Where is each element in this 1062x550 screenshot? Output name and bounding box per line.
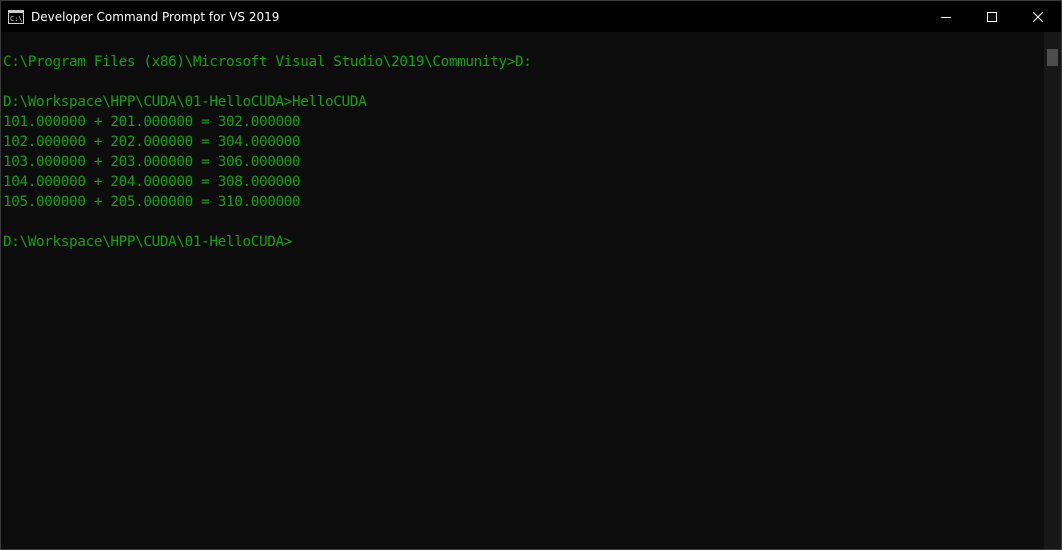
console-line: 101.000000 + 201.000000 = 302.000000 — [3, 114, 301, 130]
svg-text:C:\: C:\ — [10, 15, 23, 23]
console-window: C:\ Developer Command Prompt for VS 2019 — [0, 0, 1062, 550]
window-title: Developer Command Prompt for VS 2019 — [31, 9, 280, 24]
console-lines: C:\Program Files (x86)\Microsoft Visual … — [3, 52, 532, 252]
maximize-button[interactable] — [969, 1, 1015, 32]
console-line: 104.000000 + 204.000000 = 308.000000 — [3, 174, 301, 190]
minimize-icon — [941, 16, 951, 18]
minimize-button[interactable] — [923, 1, 969, 32]
console-line: D:\Workspace\HPP\CUDA\01-HelloCUDA>Hello… — [3, 94, 367, 110]
console-line: 103.000000 + 203.000000 = 306.000000 — [3, 154, 301, 170]
close-icon — [1033, 11, 1043, 22]
console-line: 102.000000 + 202.000000 = 304.000000 — [3, 134, 301, 150]
scrollbar-thumb[interactable] — [1047, 49, 1058, 66]
cmd-icon[interactable]: C:\ — [8, 9, 24, 24]
console-line: 105.000000 + 205.000000 = 310.000000 — [3, 194, 301, 210]
console-output[interactable]: C:\Program Files (x86)\Microsoft Visual … — [1, 32, 1044, 549]
chevron-up-icon — [1049, 38, 1056, 43]
window-controls — [923, 1, 1061, 32]
console-prompt: D:\Workspace\HPP\CUDA\01-HelloCUDA> — [3, 234, 293, 250]
scroll-up-button[interactable] — [1044, 32, 1061, 49]
close-button[interactable] — [1015, 1, 1061, 32]
title-bar[interactable]: C:\ Developer Command Prompt for VS 2019 — [1, 1, 1061, 32]
maximize-icon — [987, 11, 997, 22]
vertical-scrollbar[interactable] — [1044, 32, 1061, 549]
console-line: C:\Program Files (x86)\Microsoft Visual … — [3, 54, 532, 70]
